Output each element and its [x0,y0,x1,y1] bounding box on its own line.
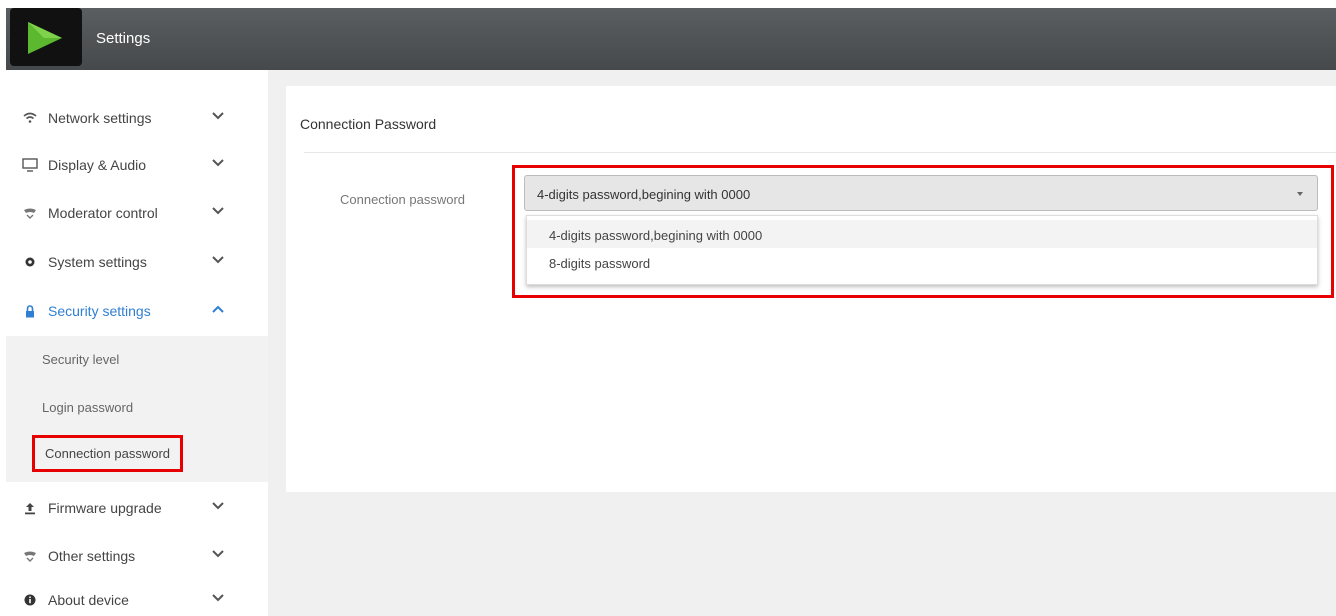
highlight-box [512,165,1334,298]
top-bar: Settings [0,0,1336,70]
sidebar-item-about-device[interactable]: About device [22,585,262,615]
sidebar-item-moderator-control[interactable]: Moderator control [22,198,262,228]
chevron-down-icon [212,112,224,120]
sidebar-item-label: System settings [48,254,147,270]
sidebar-item-label: Security settings [48,303,151,319]
monitor-icon [22,157,38,173]
sidebar-item-system-settings[interactable]: System settings [22,247,262,277]
sidebar-item-label: Other settings [48,548,136,564]
chevron-up-icon [212,305,224,313]
sub-item-connection-password[interactable]: Connection password [32,435,184,472]
chevron-down-icon [212,502,224,510]
wifi-icon [22,110,38,126]
chevron-down-icon [212,550,224,558]
panel-title: Connection Password [300,116,437,132]
sub-item-security-level[interactable]: Security level [42,352,119,367]
sidebar-item-security-settings[interactable]: Security settings [22,296,262,326]
upload-icon [22,500,38,516]
header-bar [6,8,1336,70]
chevron-down-icon [212,207,224,215]
play-logo-icon [10,8,82,66]
connection-password-label: Connection password [340,192,466,207]
chevron-down-icon [212,594,224,602]
moderator-icon [22,205,38,221]
sidebar-item-label: Firmware upgrade [48,500,162,516]
app-title: Settings [96,30,151,47]
chevron-down-icon [212,159,224,167]
info-icon [22,592,38,608]
divider [304,152,1336,153]
sidebar-item-label: Moderator control [48,205,158,221]
sidebar-item-label: Network settings [48,110,152,126]
sidebar-item-display-audio[interactable]: Display & Audio [22,150,262,180]
chevron-down-icon [212,256,224,264]
gear-icon [22,254,38,270]
sidebar-item-label: About device [48,592,129,608]
sidebar-item-label: Display & Audio [48,157,147,173]
other-icon [22,548,38,564]
sidebar-item-other-settings[interactable]: Other settings [22,541,262,571]
sub-item-login-password[interactable]: Login password [42,400,133,415]
sidebar-item-network-settings[interactable]: Network settings [22,103,262,133]
sidebar-item-firmware-upgrade[interactable]: Firmware upgrade [22,493,262,523]
lock-icon [22,303,38,319]
